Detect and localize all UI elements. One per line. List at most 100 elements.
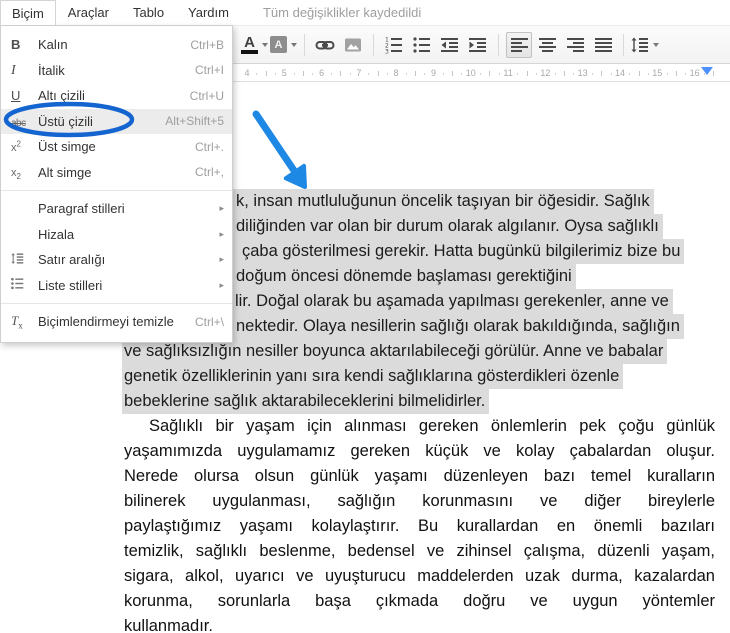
ruler-tick: [536, 73, 537, 75]
ruler-tick: [415, 71, 416, 76]
ruler-number: 9: [431, 68, 436, 78]
align-left-icon: [511, 36, 528, 54]
decrease-indent-button[interactable]: [437, 32, 463, 58]
text-line[interactable]: bilinerek uygulanması, sağlığın korunmas…: [124, 489, 715, 514]
menu-item-satır-aralığı[interactable]: Satır aralığı ▸: [1, 247, 232, 273]
menu-item-shortcut: Ctrl+U: [190, 89, 224, 103]
menubar-item-biçim[interactable]: Biçim: [0, 0, 56, 25]
ruler-tick: [601, 71, 602, 76]
menu-item-kalın[interactable]: BKalın Ctrl+B: [1, 32, 232, 58]
ruler-number: 6: [319, 68, 324, 78]
menu-item-biçimlendirmeyi-temizle[interactable]: TxBiçimlendirmeyi temizleCtrl+\: [1, 309, 232, 335]
menu-item-hizala[interactable]: Hizala▸: [1, 222, 232, 248]
image-icon: [344, 36, 362, 54]
toolbar-separator: [498, 34, 499, 56]
numbered-list-button[interactable]: 123: [381, 32, 407, 58]
text-color-bar: [241, 50, 258, 54]
text-line[interactable]: temizlik, sağlıklı beslenme, bedensel ve…: [124, 539, 715, 564]
ruler-tick: [312, 73, 313, 75]
submenu-arrow-icon: ▸: [219, 280, 224, 291]
ruler-tick: [256, 73, 257, 75]
text-line[interactable]: paylaştığımız yaşamı kolaylaştırır. Bu k…: [124, 514, 715, 539]
ruler-number: 4: [244, 68, 249, 78]
ruler-number: 10: [466, 68, 476, 78]
menu-item-shortcut: Ctrl+B: [190, 38, 224, 52]
menu-item-üstü-çizili[interactable]: abcÜstü çizili Alt+Shift+5: [1, 109, 232, 135]
insert-image-button[interactable]: [340, 32, 366, 58]
menu-item-i-talik[interactable]: IİtalikCtrl+I: [1, 58, 232, 84]
right-indent-marker[interactable]: [701, 67, 713, 75]
highlighted-text-line[interactable]: çaba gösterilmesi gerekir. Hatta bugünkü…: [233, 239, 684, 264]
menu-item-liste-stilleri[interactable]: Liste stilleri▸: [1, 273, 232, 299]
ruler-tick: [489, 71, 490, 76]
line-spacing-icon: [11, 252, 38, 268]
ruler-number: 8: [394, 68, 399, 78]
bold-icon: B: [11, 37, 38, 52]
menu-item-alt-simge[interactable]: x2Alt simgeCtrl+,: [1, 160, 232, 186]
ruler-tick: [387, 73, 388, 75]
text-color-glyph: A: [244, 36, 255, 49]
format-menu-dropdown: BKalınCtrl+BIİtalikCtrl+IUAltı çiziliCtr…: [0, 25, 233, 343]
ruler-tick: [424, 73, 425, 75]
toolbar-separator: [623, 34, 624, 56]
line-spacing-button[interactable]: [631, 32, 659, 58]
bulleted-list-button[interactable]: [409, 32, 435, 58]
highlighted-text-line[interactable]: k, insan mutluluğunun öncelik taşıyan bi…: [233, 189, 654, 214]
menu-item-label: Üstü çizili: [38, 114, 157, 129]
ruler-tick: [667, 73, 668, 75]
save-status: Tüm değişiklikler kaydedildi: [263, 5, 421, 20]
text-line[interactable]: korunma, sorunlarla başa çıkmada doğru v…: [124, 589, 715, 614]
menu-item-shortcut: Alt+Shift+5: [165, 114, 224, 128]
superscript-icon: x2: [11, 139, 38, 154]
link-icon: [315, 36, 335, 54]
highlighted-text-line[interactable]: nektedir. Olaya nesillerin sağlığı olara…: [233, 314, 684, 339]
chevron-down-icon: [262, 43, 268, 47]
justify-button[interactable]: [590, 32, 616, 58]
menu-item-label: İtalik: [38, 63, 187, 78]
outdent-icon: [441, 36, 459, 54]
ruler-tick: [275, 73, 276, 75]
highlighted-text-line[interactable]: lir. Doğal olarak bu aşamada yapılması g…: [233, 289, 673, 314]
text-line[interactable]: sigara, alkol, uyarıcı ve uyuşturucu mad…: [124, 564, 715, 589]
increase-indent-button[interactable]: [465, 32, 491, 58]
submenu-arrow-icon: ▸: [219, 254, 224, 265]
menu-item-shortcut: Ctrl+,: [195, 165, 224, 179]
menubar-item-araçlar[interactable]: Araçlar: [56, 0, 121, 25]
menu-item-altı-çizili[interactable]: UAltı çiziliCtrl+U: [1, 83, 232, 109]
strikethrough-icon: abc: [11, 114, 38, 129]
align-right-button[interactable]: [562, 32, 588, 58]
highlight-color-button[interactable]: A: [270, 32, 297, 58]
ruler-tick: [406, 73, 407, 75]
align-left-button[interactable]: [506, 32, 532, 58]
menu-item-üst-simge[interactable]: x2Üst simgeCtrl+.: [1, 134, 232, 160]
ruler-number: 13: [578, 68, 588, 78]
ruler-tick: [685, 73, 686, 75]
text-line[interactable]: yaşamımızda uygulamamız gereken küçük ve…: [124, 439, 715, 464]
ruler-tick: [629, 73, 630, 75]
menu-item-shortcut: Ctrl+\: [195, 315, 224, 329]
menubar-item-tablo[interactable]: Tablo: [121, 0, 176, 25]
menu-item-label: Kalın: [38, 37, 182, 52]
text-line[interactable]: Nerede olursa olsun günlük yaşamı düzenl…: [124, 464, 715, 489]
align-center-icon: [539, 36, 556, 54]
text-line[interactable]: Sağlıklı bir yaşam için alınması gereken…: [124, 414, 715, 439]
toolbar-separator: [304, 34, 305, 56]
menubar-item-yardım[interactable]: Yardım: [176, 0, 241, 25]
highlighted-text-line[interactable]: diliğinden var olan bir durum olarak alg…: [233, 214, 663, 239]
menu-item-shortcut: Ctrl+I: [195, 63, 224, 77]
highlighted-text-line[interactable]: doğum öncesi dönemde başlaması gerektiği…: [233, 264, 576, 289]
ruler-number: 14: [615, 68, 625, 78]
align-center-button[interactable]: [534, 32, 560, 58]
list-styles-icon: [11, 277, 38, 293]
svg-text:3: 3: [385, 48, 389, 54]
highlighted-text-line[interactable]: genetik özelliklerinin yanı sıra kendi s…: [122, 364, 623, 389]
text-color-button[interactable]: A: [241, 32, 268, 58]
menu-item-paragraf-stilleri[interactable]: Paragraf stilleri▸: [1, 196, 232, 222]
menu-item-label: Paragraf stilleri: [38, 201, 211, 216]
highlighted-text-line[interactable]: bebeklerine sağlık aktarabileceklerini b…: [122, 389, 489, 414]
ruler-tick: [592, 73, 593, 75]
ruler-tick: [527, 71, 528, 76]
menu-item-label: Satır aralığı: [38, 252, 211, 267]
text-line[interactable]: kullanmadır.: [124, 614, 715, 633]
insert-link-button[interactable]: [312, 32, 338, 58]
